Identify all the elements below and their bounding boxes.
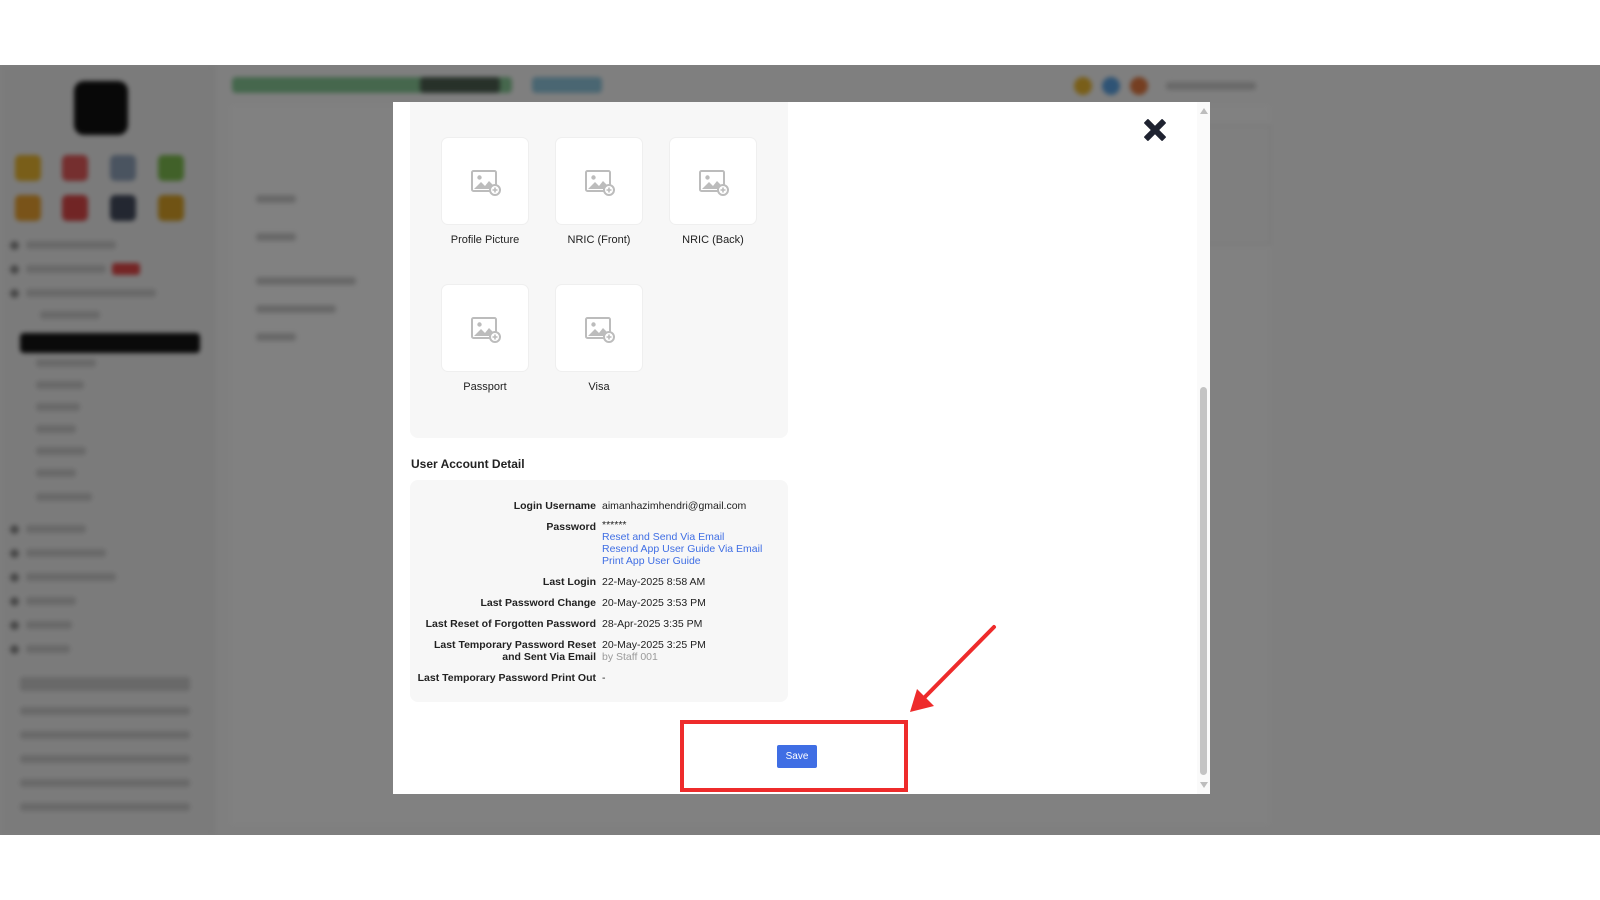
- image-placeholder-icon: [441, 137, 529, 225]
- image-placeholder-icon: [555, 284, 643, 372]
- image-placeholder-icon: [669, 137, 757, 225]
- attachment-label: NRIC (Front): [567, 234, 631, 246]
- password-label: Password: [546, 521, 596, 533]
- resend-user-guide-link[interactable]: Resend App User Guide Via Email: [602, 543, 762, 555]
- attachment-label: Visa: [588, 381, 610, 393]
- print-user-guide-link[interactable]: Print App User Guide: [602, 555, 762, 567]
- attachments-panel: Profile Picture NRIC (Front) NRIC (Back)…: [410, 102, 788, 438]
- login-username-label: Login Username: [513, 500, 596, 512]
- last-temp-password-label: Last Temporary Password Reset and Sent V…: [434, 639, 596, 663]
- annotation-arrow-icon: [910, 625, 996, 712]
- attachment-label: Profile Picture: [450, 234, 520, 246]
- user-detail-modal: Profile Picture NRIC (Front) NRIC (Back)…: [393, 102, 1210, 794]
- modal-scrollbar[interactable]: [1197, 102, 1210, 794]
- scrollbar-thumb[interactable]: [1200, 387, 1207, 775]
- account-detail-panel: Login Username aimanhazimhendri@gmail.co…: [410, 480, 788, 702]
- attachment-label: Passport: [463, 381, 507, 393]
- last-login-value: 22-May-2025 8:58 AM: [602, 576, 706, 588]
- reset-send-email-link[interactable]: Reset and Send Via Email: [602, 531, 762, 543]
- last-password-change-value: 20-May-2025 3:53 PM: [602, 597, 706, 609]
- last-print-label: Last Temporary Password Print Out: [417, 672, 596, 684]
- password-masked: ******: [602, 519, 627, 531]
- image-placeholder-icon: [555, 137, 643, 225]
- image-placeholder-icon: [441, 284, 529, 372]
- scroll-down-arrow-icon[interactable]: [1200, 782, 1208, 788]
- last-password-change-label: Last Password Change: [480, 597, 596, 609]
- last-temp-password-label-line: and Sent Via Email: [502, 651, 596, 663]
- attachment-profile-picture[interactable]: Profile Picture: [440, 137, 530, 246]
- login-username-value: aimanhazimhendri@gmail.com: [602, 500, 747, 512]
- attachment-nric-back[interactable]: NRIC (Back): [668, 137, 758, 246]
- close-icon[interactable]: [1141, 116, 1169, 144]
- last-login-label: Last Login: [542, 576, 596, 588]
- last-print-value: -: [602, 672, 606, 684]
- attachment-visa[interactable]: Visa: [554, 284, 644, 393]
- last-temp-password-date: 20-May-2025 3:25 PM: [602, 639, 706, 651]
- attachment-label: NRIC (Back): [682, 234, 744, 246]
- last-reset-value: 28-Apr-2025 3:35 PM: [602, 618, 703, 630]
- last-temp-password-value: 20-May-2025 3:25 PM by Staff 001: [602, 639, 706, 663]
- attachment-passport[interactable]: Passport: [440, 284, 530, 393]
- attachment-nric-front[interactable]: NRIC (Front): [554, 137, 644, 246]
- last-reset-label: Last Reset of Forgotten Password: [425, 618, 596, 630]
- scroll-up-arrow-icon[interactable]: [1200, 108, 1208, 114]
- section-title: User Account Detail: [411, 457, 525, 471]
- last-temp-password-by: by Staff 001: [602, 651, 658, 663]
- annotation-highlight-box: [680, 720, 908, 792]
- last-temp-password-label-line: Last Temporary Password Reset: [433, 639, 596, 651]
- password-value-group: ****** Reset and Send Via Email Resend A…: [602, 519, 762, 567]
